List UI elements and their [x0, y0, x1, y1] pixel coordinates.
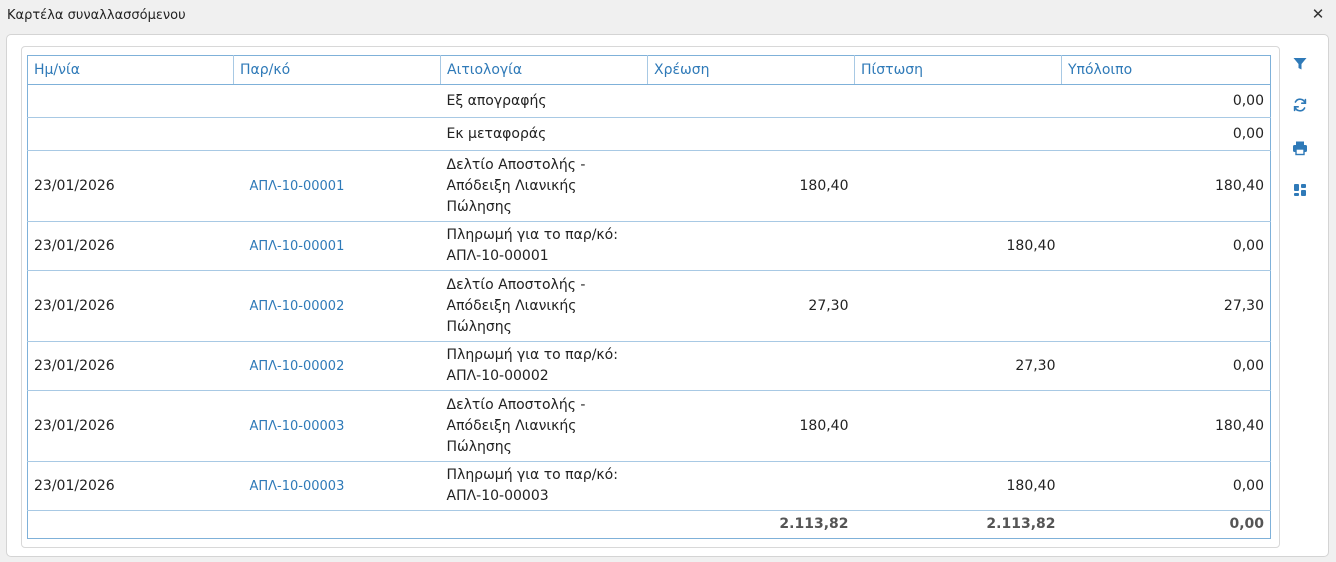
cell-balance: 27,30 [1061, 270, 1271, 342]
cell-credit [854, 150, 1062, 222]
doc-link[interactable]: ΑΠΛ-10-00002 [233, 270, 441, 342]
table-row[interactable]: 23/01/2026 ΑΠΛ-10-00001 Δελτίο Αποστολής… [27, 150, 1271, 222]
reason-line: Απόδειξη Λιανικής [446, 417, 577, 434]
cell-credit [854, 390, 1062, 462]
cell-reason: Δελτίο Αποστολής - Απόδειξη Λιανικής Πώλ… [440, 150, 648, 222]
refresh-icon[interactable] [1286, 93, 1314, 117]
cell-reason: Εκ μεταφοράς [440, 117, 648, 151]
cell-reason: Δελτίο Αποστολής - Απόδειξη Λιανικής Πώλ… [440, 270, 648, 342]
cell-credit [854, 84, 1062, 118]
reason-line: Δελτίο Αποστολής - [446, 276, 586, 293]
doc-link[interactable]: ΑΠΛ-10-00001 [233, 221, 441, 271]
total-balance: 0,00 [1229, 516, 1264, 532]
reason-line: Πώλησης [446, 438, 512, 455]
cell-date: 23/01/2026 [27, 461, 234, 511]
cell-doc [233, 117, 441, 151]
col-date-header[interactable]: Ημ/νία [27, 55, 234, 85]
title-bar: Καρτέλα συναλλασσόμενου ✕ [0, 0, 1336, 32]
cell-reason: Πληρωμή για το παρ/κό: ΑΠΛ-10-00002 [440, 341, 648, 391]
cell-debit: 180,40 [647, 150, 855, 222]
reason-line: Πώλησης [446, 198, 512, 215]
reason-line: Απόδειξη Λιανικής [446, 177, 577, 194]
cell-credit [854, 117, 1062, 151]
cell-credit [854, 270, 1062, 342]
window-title: Καρτέλα συναλλασσόμενου [7, 8, 186, 23]
col-credit-header[interactable]: Πίστωση [854, 55, 1062, 85]
col-doc-header[interactable]: Παρ/κό [233, 55, 441, 85]
cell-date [27, 117, 234, 151]
col-debit-header[interactable]: Χρέωση [647, 55, 855, 85]
reason-line: ΑΠΛ-10-00001 [446, 248, 549, 264]
table-row[interactable]: 23/01/2026 ΑΠΛ-10-00002 Δελτίο Αποστολής… [27, 270, 1271, 342]
cell-debit [647, 84, 855, 118]
layout-icon[interactable] [1286, 178, 1314, 202]
table-row[interactable]: 23/01/2026 ΑΠΛ-10-00001 Πληρωμή για το π… [27, 221, 1271, 271]
cell-balance: 0,00 [1061, 341, 1271, 391]
cell-date: 23/01/2026 [27, 221, 234, 271]
ledger-table: Ημ/νία Παρ/κό Αιτιολογία Χρέωση Πίστωση … [27, 55, 1271, 539]
table-row[interactable]: 23/01/2026 ΑΠΛ-10-00002 Πληρωμή για το π… [27, 341, 1271, 391]
reason-line: Πληρωμή για το παρ/κό: [446, 227, 618, 243]
total-debit: 2.113,82 [779, 516, 849, 532]
cell-balance: 180,40 [1061, 150, 1271, 222]
cell-date: 23/01/2026 [27, 270, 234, 342]
table-row[interactable]: Εξ απογραφής 0,00 [27, 84, 1271, 118]
table-row[interactable]: Εκ μεταφοράς 0,00 [27, 117, 1271, 151]
cell-balance: 0,00 [1061, 221, 1271, 271]
table-row[interactable]: 23/01/2026 ΑΠΛ-10-00003 Δελτίο Αποστολής… [27, 390, 1271, 462]
print-icon[interactable] [1286, 136, 1314, 160]
cell-date: 23/01/2026 [27, 150, 234, 222]
reason-line: Πληρωμή για το παρ/κό: [446, 467, 618, 483]
reason-line: Πώλησης [446, 318, 512, 335]
cell-credit: 27,30 [854, 341, 1062, 391]
cell-debit [647, 341, 855, 391]
doc-link[interactable]: ΑΠΛ-10-00001 [233, 150, 441, 222]
reason-line: Δελτίο Αποστολής - [446, 396, 586, 413]
cell-reason: Πληρωμή για το παρ/κό: ΑΠΛ-10-00001 [440, 221, 648, 271]
cell-date: 23/01/2026 [27, 390, 234, 462]
reason-line: ΑΠΛ-10-00003 [446, 488, 549, 504]
cell-balance: 0,00 [1061, 461, 1271, 511]
reason-line: Δελτίο Αποστολής - [446, 156, 586, 173]
cell-balance: 0,00 [1061, 117, 1271, 151]
cell-date [27, 84, 234, 118]
cell-debit [647, 461, 855, 511]
table-row[interactable]: 23/01/2026 ΑΠΛ-10-00003 Πληρωμή για το π… [27, 461, 1271, 511]
cell-balance: 180,40 [1061, 390, 1271, 462]
total-credit: 2.113,82 [986, 516, 1056, 532]
doc-link[interactable]: ΑΠΛ-10-00003 [233, 390, 441, 462]
cell-doc [233, 84, 441, 118]
cell-debit [647, 117, 855, 151]
cell-balance: 0,00 [1061, 84, 1271, 118]
cell-credit: 180,40 [854, 461, 1062, 511]
cell-debit [647, 221, 855, 271]
cell-credit: 180,40 [854, 221, 1062, 271]
reason-line: Πληρωμή για το παρ/κό: [446, 347, 618, 363]
reason-line: ΑΠΛ-10-00002 [446, 368, 549, 384]
col-balance-header[interactable]: Υπόλοιπο [1061, 55, 1271, 85]
cell-reason: Εξ απογραφής [440, 84, 648, 118]
cell-reason: Πληρωμή για το παρ/κό: ΑΠΛ-10-00003 [440, 461, 648, 511]
close-icon[interactable]: ✕ [1308, 4, 1328, 24]
cell-date: 23/01/2026 [27, 341, 234, 391]
col-reason-header[interactable]: Αιτιολογία [440, 55, 648, 85]
filter-icon[interactable] [1286, 52, 1314, 76]
cell-debit: 27,30 [647, 270, 855, 342]
main-panel: Ημ/νία Παρ/κό Αιτιολογία Χρέωση Πίστωση … [6, 34, 1329, 557]
cell-reason: Δελτίο Αποστολής - Απόδειξη Λιανικής Πώλ… [440, 390, 648, 462]
cell-debit: 180,40 [647, 390, 855, 462]
doc-link[interactable]: ΑΠΛ-10-00002 [233, 341, 441, 391]
table-container: Ημ/νία Παρ/κό Αιτιολογία Χρέωση Πίστωση … [21, 46, 1280, 548]
header-row: Ημ/νία Παρ/κό Αιτιολογία Χρέωση Πίστωση … [27, 55, 1271, 85]
totals-row: 2.113,82 2.113,82 0,00 [28, 511, 1271, 539]
reason-line: Απόδειξη Λιανικής [446, 297, 577, 314]
doc-link[interactable]: ΑΠΛ-10-00003 [233, 461, 441, 511]
